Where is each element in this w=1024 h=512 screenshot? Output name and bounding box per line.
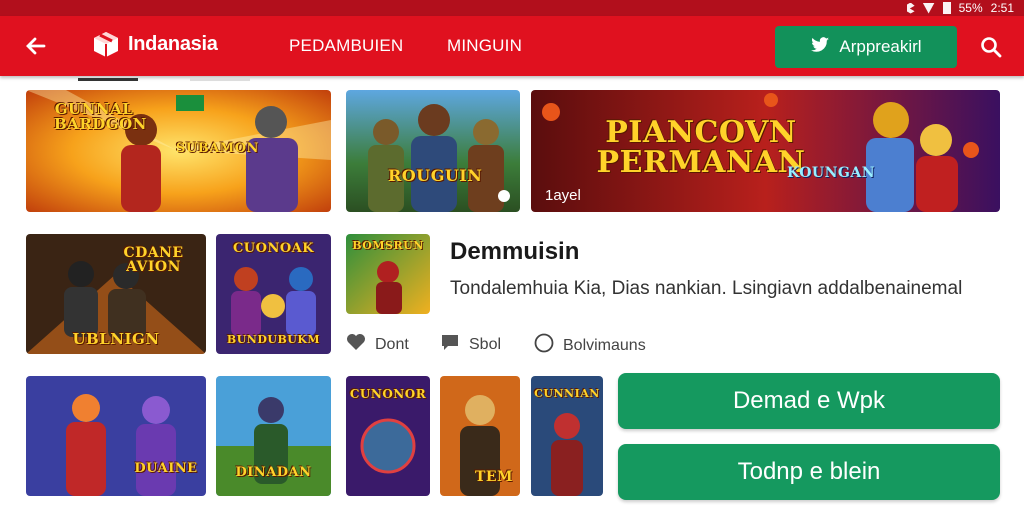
info-action[interactable]: Bolvimauns [534, 333, 646, 358]
app-logo[interactable]: Indanasia [92, 30, 218, 58]
like-label: Dont [375, 335, 409, 353]
logo-text: Indanasia [128, 32, 218, 55]
game-thumb-r3-1[interactable]: DUAINE [26, 376, 206, 496]
game-thumb-r3-3[interactable]: CUNONOR [346, 376, 430, 496]
comment-label: Sbol [469, 335, 502, 353]
search-icon[interactable] [980, 36, 1002, 58]
game-thumb-r2-2[interactable]: CUONOAK BUNDUBUKM [216, 234, 331, 354]
battery-icon [942, 2, 951, 14]
bluetooth-icon [906, 2, 915, 14]
r3-2-title: DINADAN [235, 465, 312, 480]
game-banner-1[interactable]: GUNNAL BARDGON SUBAMON [26, 90, 331, 212]
r3-5-title: CUNNIAN [534, 387, 600, 400]
tab-pedambuien[interactable]: PEDAMBUIEN [289, 36, 403, 56]
tab-divider [190, 78, 250, 81]
secondary-action-button[interactable]: Todnp e blein [618, 444, 1000, 500]
primary-action-button[interactable]: Demad e Wpk [618, 373, 1000, 429]
game-banner-2[interactable]: ROUGUIN [346, 90, 520, 212]
active-tab-indicator [78, 78, 138, 81]
game-thumb-r3-5[interactable]: CUNNIAN [531, 376, 603, 496]
comment-icon [440, 333, 460, 356]
detail-thumb-title: BOMSRUN [352, 239, 424, 252]
app-download-button[interactable]: Arppreakirl [775, 26, 957, 68]
circle-icon [534, 333, 554, 358]
r3-3-title: CUNONOR [349, 387, 427, 401]
status-bar: 55% 2:51 [0, 0, 1024, 16]
banner-3-badge: 1ayel [545, 187, 581, 204]
game-description: Tondalemhuia Kia, Dias nankian. Lsingiav… [450, 278, 963, 299]
app-download-label: Arppreakirl [839, 37, 922, 56]
clock: 2:51 [990, 1, 1014, 15]
battery-percent: 55% [958, 1, 983, 15]
game-title: Demmuisin [450, 238, 580, 265]
wifi-icon [922, 2, 935, 14]
game-thumb-r2-1[interactable]: CDANE AVION UBLNIGN [26, 234, 206, 354]
back-arrow-icon[interactable] [22, 32, 50, 60]
heart-icon [346, 333, 366, 356]
r2-2-subtitle: BUNDUBUKM [226, 333, 321, 346]
r3-4-title: TEM [474, 469, 514, 485]
banner-1-title: GUNNAL BARDGON [54, 100, 147, 133]
game-thumb-r3-2[interactable]: DINADAN [216, 376, 331, 496]
info-label: Bolvimauns [563, 336, 646, 354]
r2-1-title: CDANE AVION [123, 245, 184, 275]
banner-2-title: ROUGUIN [388, 166, 483, 185]
logo-cube-icon [92, 30, 120, 58]
r3-1-title: DUAINE [134, 461, 198, 476]
like-action[interactable]: Dont [346, 333, 409, 356]
banner-1-subtitle: SUBAMON [176, 141, 259, 156]
game-banner-3[interactable]: PIANCOVN PERMANAN KOUNGAN 1ayel [531, 90, 1000, 212]
tab-minguin[interactable]: MINGUIN [447, 36, 522, 56]
banner-3-subtitle: KOUNGAN [786, 165, 876, 181]
app-bar: Indanasia PEDAMBUIEN MINGUIN Arppreakirl [0, 16, 1024, 76]
twitter-bird-icon [810, 36, 830, 59]
banner-2-dot [498, 190, 510, 202]
r2-2-title: CUONOAK [232, 241, 315, 256]
game-thumb-r3-4[interactable]: TEM [440, 376, 520, 496]
comment-action[interactable]: Sbol [440, 333, 501, 356]
r2-1-subtitle: UBLNIGN [72, 330, 160, 348]
game-thumb-detail[interactable]: BOMSRUN [346, 234, 430, 314]
